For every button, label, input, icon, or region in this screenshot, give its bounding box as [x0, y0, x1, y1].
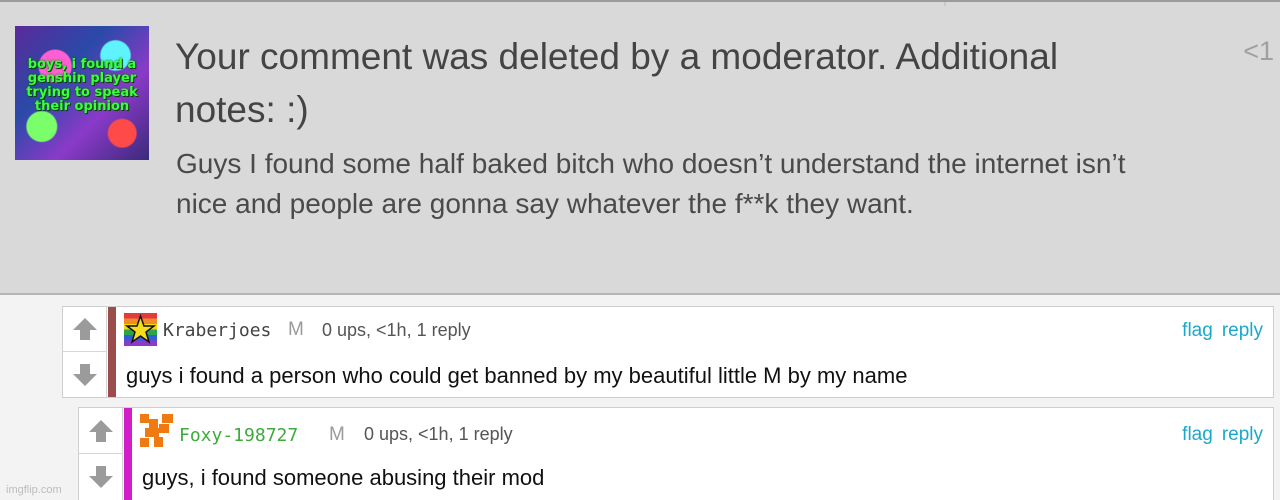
user-avatar[interactable] [140, 414, 173, 447]
comment-reply: Foxy-198727 M 0 ups, <1h, 1 reply flag re… [78, 407, 1274, 500]
comment-username[interactable]: Kraberjoes [163, 320, 271, 341]
comment-username[interactable]: Foxy-198727 [179, 425, 298, 446]
divider [944, 2, 946, 6]
downvote-button[interactable] [63, 352, 107, 397]
reply-link[interactable]: reply [1222, 320, 1263, 341]
upvote-arrow-icon [73, 318, 97, 340]
flag-link[interactable]: flag [1182, 424, 1213, 445]
upvote-button[interactable] [63, 307, 107, 352]
comment-text: guys, i found someone abusing their mod [142, 465, 545, 490]
comment-meta: 0 ups, <1h, 1 reply [364, 424, 513, 444]
comment-stripe [108, 307, 116, 397]
deleted-comment-text: Guys I found some half baked bitch who d… [176, 148, 1126, 219]
watermark: imgflip.com [6, 484, 62, 496]
reply-link[interactable]: reply [1222, 424, 1263, 445]
downvote-button[interactable] [79, 454, 123, 500]
comment-text: guys i found a person who could get bann… [126, 363, 908, 388]
vote-controls [63, 307, 107, 397]
avatar[interactable]: boys, i found a genshin player trying to… [15, 26, 149, 160]
comment-actions: flag reply [1173, 424, 1263, 446]
downvote-arrow-icon [89, 466, 113, 488]
upvote-button[interactable] [79, 408, 123, 454]
flag-link[interactable]: flag [1182, 320, 1213, 341]
notice-count: <1 [1243, 36, 1274, 66]
deleted-comment-notice: boys, i found a genshin player trying to… [0, 0, 1280, 295]
mod-badge: M [329, 424, 345, 445]
notice-title: Your comment was deleted by a moderator.… [175, 36, 1059, 130]
comment-actions: flag reply [1173, 320, 1263, 342]
downvote-arrow-icon [73, 363, 97, 386]
comment: Kraberjoes M 0 ups, <1h, 1 reply flag rep… [62, 306, 1274, 398]
comment-stripe [124, 408, 132, 500]
user-avatar[interactable] [124, 313, 157, 346]
avatar-caption: boys, i found a genshin player trying to… [26, 57, 138, 114]
vote-controls [79, 408, 123, 500]
comment-meta: 0 ups, <1h, 1 reply [322, 320, 471, 340]
mod-badge: M [288, 319, 304, 340]
upvote-arrow-icon [89, 419, 113, 442]
